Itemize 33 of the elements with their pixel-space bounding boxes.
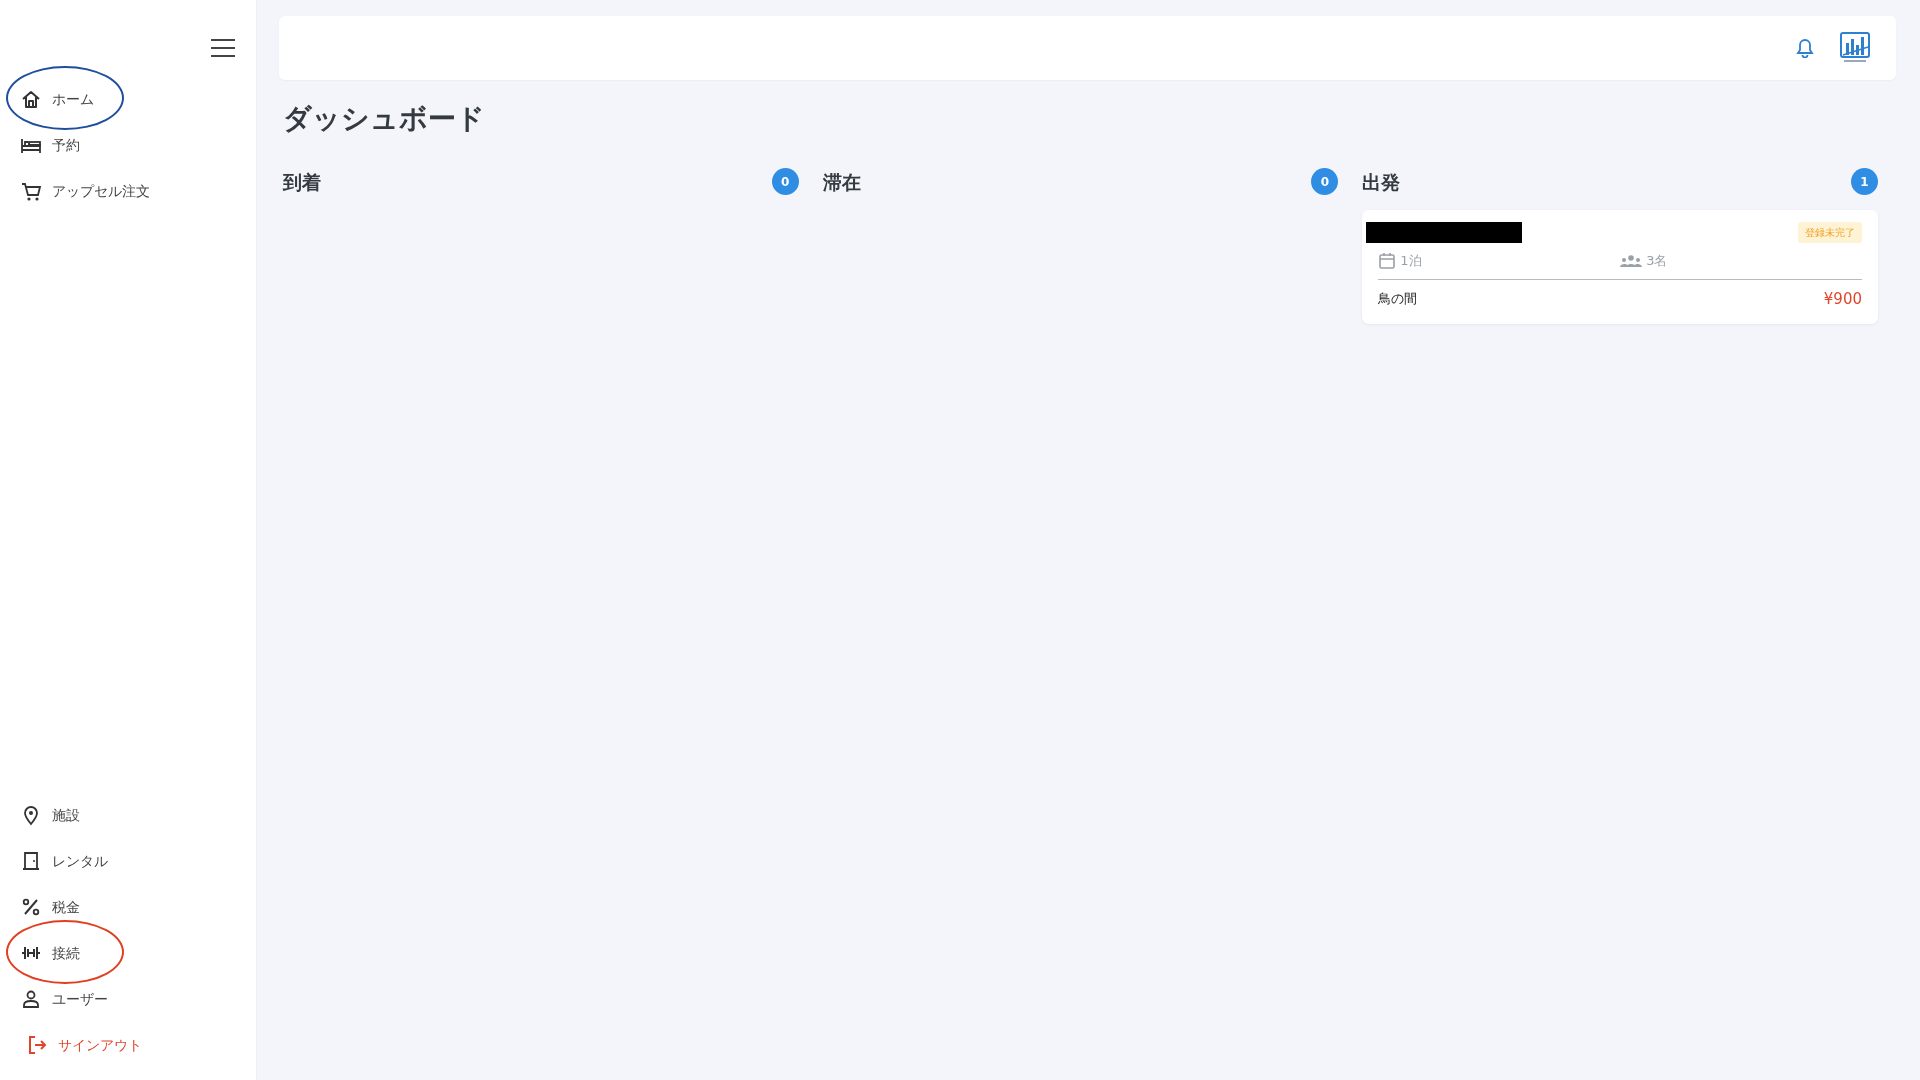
page-title: ダッシュボード xyxy=(283,102,486,136)
count-badge: 0 xyxy=(1311,168,1339,196)
price-text: ¥900 xyxy=(1823,288,1862,310)
nav-item[interactable]: アップセル注文 xyxy=(0,168,256,214)
nav-item[interactable]: レンタル xyxy=(0,838,256,884)
reservation-card[interactable]: 登録未完了 1泊 3名 鳥の間 ¥900 xyxy=(1362,210,1878,325)
nav-item[interactable]: 予約 xyxy=(0,122,256,168)
logo-icon[interactable] xyxy=(1838,31,1872,65)
column-title: 滞在 xyxy=(822,169,861,195)
count-badge: 1 xyxy=(1851,168,1878,196)
column-title: 到着 xyxy=(283,169,321,195)
sign-out-icon xyxy=(26,1034,48,1056)
nav-item[interactable]: ホーム xyxy=(0,76,256,122)
room-name: 鳥の間 xyxy=(1378,290,1418,309)
calendar-icon xyxy=(1378,251,1397,270)
nav-item[interactable]: 接続 xyxy=(0,930,256,976)
home-icon xyxy=(20,88,42,110)
nav-item[interactable]: 施設 xyxy=(0,792,256,838)
guests-text: 3名 xyxy=(1646,252,1668,271)
nav-item[interactable]: 税金 xyxy=(0,884,256,930)
nav-item[interactable]: ユーザー xyxy=(0,976,256,1022)
status-tag: 登録未完了 xyxy=(1798,222,1862,244)
percent-icon xyxy=(20,896,42,918)
sign-out-link[interactable]: サインアウト xyxy=(0,1022,256,1068)
user-icon xyxy=(20,988,42,1010)
menu-icon[interactable] xyxy=(210,38,236,58)
cart-icon xyxy=(20,180,42,202)
column-title: 出発 xyxy=(1362,169,1401,195)
door-icon xyxy=(20,850,42,872)
people-icon xyxy=(1620,253,1643,268)
nights-text: 1泊 xyxy=(1400,252,1422,271)
count-badge: 0 xyxy=(771,168,799,196)
bell-icon[interactable] xyxy=(1796,38,1814,58)
